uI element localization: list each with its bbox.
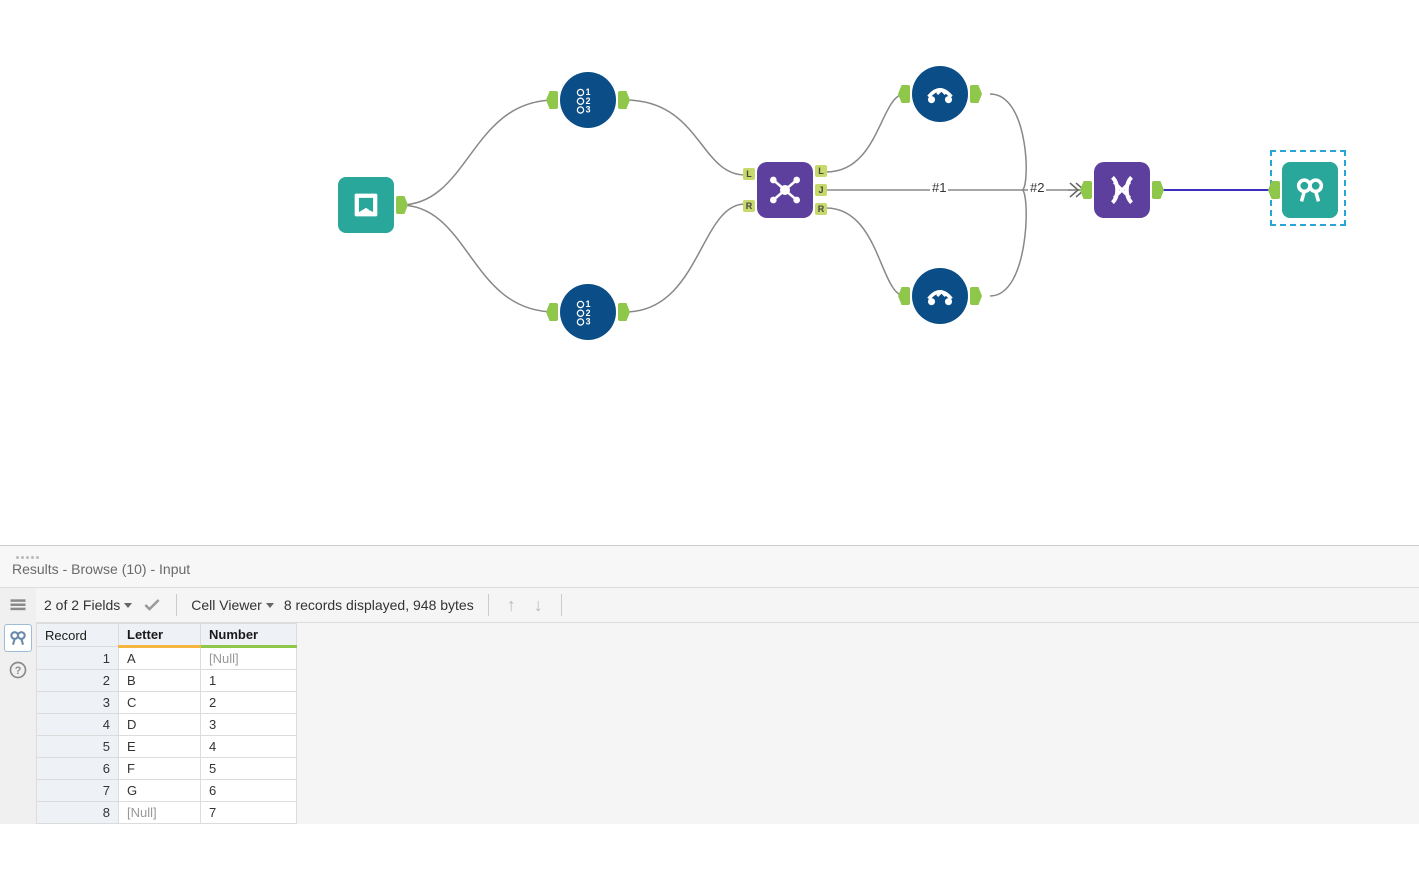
join-output-j[interactable]: J	[815, 184, 827, 196]
join-output-l[interactable]: L	[815, 165, 827, 177]
fields-dropdown[interactable]: 2 of 2 Fields	[44, 597, 132, 613]
cell-record[interactable]: 3	[37, 692, 119, 714]
cell-number[interactable]: 6	[201, 780, 297, 802]
column-header-number[interactable]: Number	[201, 624, 297, 647]
caret-down-icon	[124, 603, 132, 608]
output-anchor[interactable]	[1152, 181, 1164, 199]
cell-viewer-label: Cell Viewer	[191, 597, 262, 613]
cell-number[interactable]: 3	[201, 714, 297, 736]
cell-number[interactable]: 1	[201, 670, 297, 692]
cell-letter[interactable]: D	[119, 714, 201, 736]
cell-number[interactable]: 4	[201, 736, 297, 758]
svg-text:3: 3	[586, 105, 591, 115]
panel-drag-handle[interactable]	[10, 552, 1409, 559]
output-anchor[interactable]	[618, 91, 630, 109]
cell-record[interactable]: 7	[37, 780, 119, 802]
table-row[interactable]: 6F5	[37, 758, 297, 780]
cell-letter[interactable]: [Null]	[119, 802, 201, 824]
cell-number[interactable]: 2	[201, 692, 297, 714]
cell-record[interactable]: 8	[37, 802, 119, 824]
join-input-l[interactable]: L	[743, 168, 755, 180]
cell-record[interactable]: 1	[37, 647, 119, 670]
next-record-button[interactable]: ↓	[530, 595, 547, 616]
wireless-tag-2[interactable]: #2	[1028, 180, 1046, 195]
caret-down-icon	[266, 603, 274, 608]
cell-letter[interactable]: G	[119, 780, 201, 802]
prev-record-button[interactable]: ↑	[503, 595, 520, 616]
results-sidebar: ?	[0, 588, 36, 824]
input-anchor[interactable]	[898, 287, 910, 305]
join-tool[interactable]: L R L J R	[757, 162, 813, 218]
join-input-r[interactable]: R	[743, 200, 755, 212]
fields-summary: 2 of 2 Fields	[44, 597, 120, 613]
cell-viewer-dropdown[interactable]: Cell Viewer	[191, 597, 274, 613]
input-anchor[interactable]	[1268, 181, 1280, 199]
workflow-canvas[interactable]: #1 #2 123 123	[0, 0, 1419, 545]
browse-tool[interactable]	[1282, 162, 1338, 218]
cell-letter[interactable]: C	[119, 692, 201, 714]
table-row[interactable]: 7G6	[37, 780, 297, 802]
record-id-tool-top[interactable]: 123	[560, 72, 616, 128]
output-anchor[interactable]	[618, 303, 630, 321]
input-anchor[interactable]	[546, 303, 558, 321]
data-view-icon[interactable]	[4, 592, 32, 620]
cell-number[interactable]: 5	[201, 758, 297, 780]
table-row[interactable]: 8[Null]7	[37, 802, 297, 824]
cell-letter[interactable]: F	[119, 758, 201, 780]
cell-record[interactable]: 2	[37, 670, 119, 692]
apply-check-icon[interactable]	[142, 595, 162, 615]
records-summary: 8 records displayed, 948 bytes	[284, 597, 474, 613]
help-icon[interactable]: ?	[4, 656, 32, 684]
formula-tool[interactable]	[1094, 162, 1150, 218]
table-row[interactable]: 5E4	[37, 736, 297, 758]
column-header-record[interactable]: Record	[37, 624, 119, 647]
output-anchor[interactable]	[396, 196, 408, 214]
table-row[interactable]: 3C2	[37, 692, 297, 714]
input-anchor[interactable]	[546, 91, 558, 109]
cell-letter[interactable]: A	[119, 647, 201, 670]
output-anchor[interactable]	[970, 85, 982, 103]
wireless-tag-1[interactable]: #1	[930, 180, 948, 195]
column-header-letter[interactable]: Letter	[119, 624, 201, 647]
cell-record[interactable]: 5	[37, 736, 119, 758]
browse-tool-selection[interactable]	[1270, 150, 1346, 226]
browse-view-icon[interactable]	[4, 624, 32, 652]
results-panel: Results - Browse (10) - Input ? 2 of 2 F…	[0, 545, 1419, 824]
cell-record[interactable]: 6	[37, 758, 119, 780]
join-output-r[interactable]: R	[815, 203, 827, 215]
multi-row-formula-bottom[interactable]	[912, 268, 968, 324]
input-anchor[interactable]	[1080, 181, 1092, 199]
cell-letter[interactable]: E	[119, 736, 201, 758]
input-anchor[interactable]	[898, 85, 910, 103]
svg-text:3: 3	[586, 317, 591, 327]
record-id-tool-bottom[interactable]: 123	[560, 284, 616, 340]
multi-row-formula-top[interactable]	[912, 66, 968, 122]
svg-text:?: ?	[15, 665, 22, 677]
output-anchor[interactable]	[970, 287, 982, 305]
cell-number[interactable]: [Null]	[201, 647, 297, 670]
results-title: Results - Browse (10) - Input	[10, 559, 1409, 581]
table-row[interactable]: 4D3	[37, 714, 297, 736]
cell-number[interactable]: 7	[201, 802, 297, 824]
text-input-tool[interactable]	[338, 177, 394, 233]
cell-letter[interactable]: B	[119, 670, 201, 692]
table-row[interactable]: 1A[Null]	[37, 647, 297, 670]
results-toolbar: 2 of 2 Fields Cell Viewer 8 records disp…	[36, 588, 1419, 623]
cell-record[interactable]: 4	[37, 714, 119, 736]
table-row[interactable]: 2B1	[37, 670, 297, 692]
results-grid[interactable]: Record Letter Number 1A[Null]2B13C24D35E…	[36, 623, 1419, 824]
